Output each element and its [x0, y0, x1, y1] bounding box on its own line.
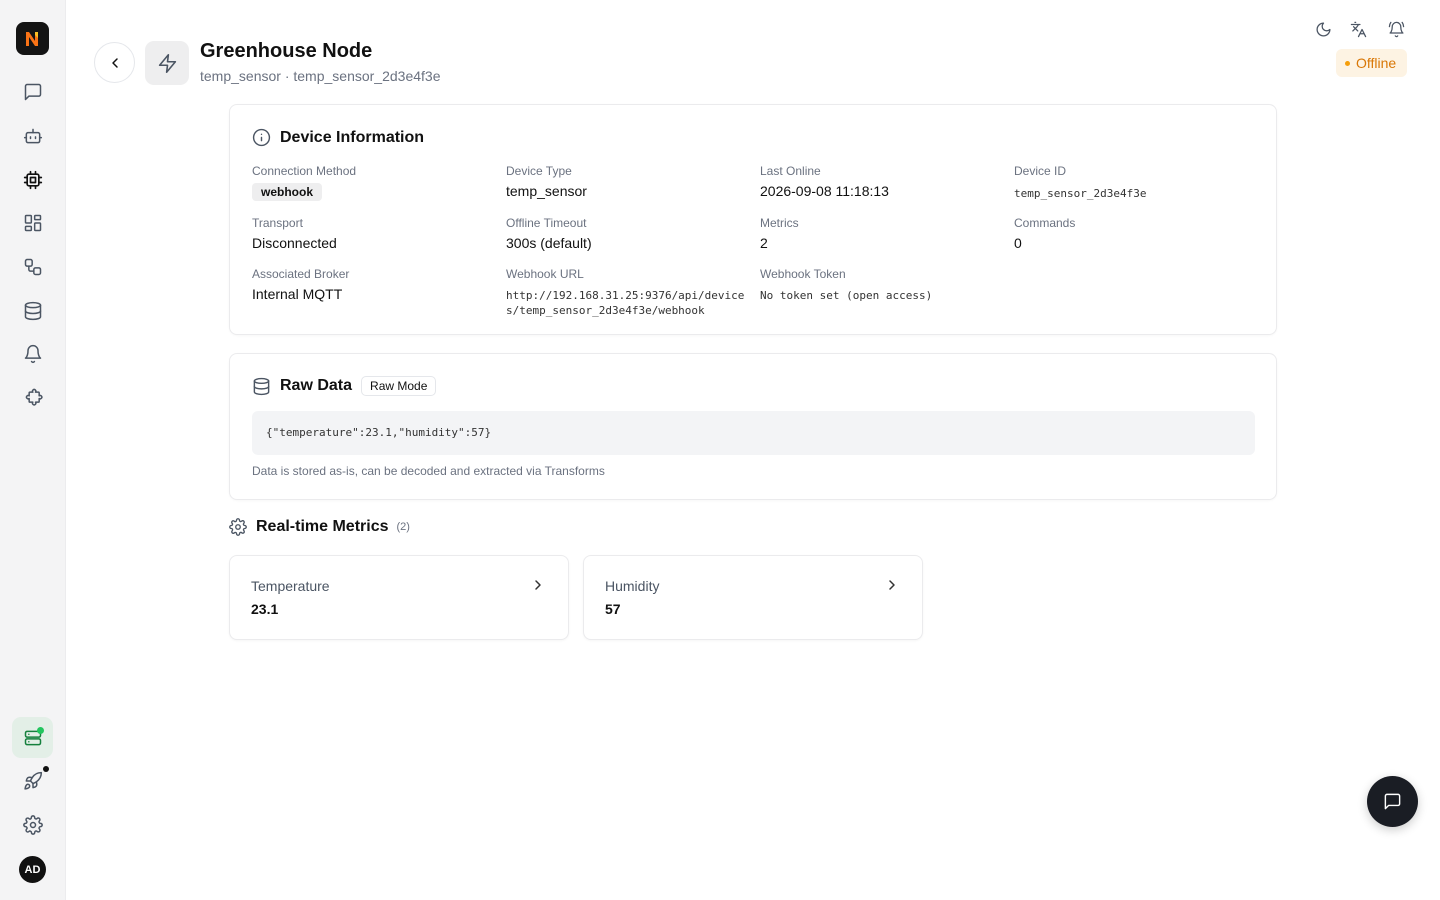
- gear-icon: [22, 814, 43, 835]
- status-dot: [37, 727, 44, 734]
- sidebar-item-system-status[interactable]: [12, 717, 53, 758]
- translate-icon: [1350, 21, 1366, 37]
- field-label: Webhook URL: [506, 267, 584, 281]
- field-value: No token set (open access): [760, 289, 933, 302]
- metric-label: Temperature: [251, 578, 330, 594]
- metric-value: 23.1: [251, 601, 279, 617]
- card-title-text: Device Information: [280, 128, 425, 146]
- card-title-text: Raw Data: [280, 377, 353, 394]
- sidebar-item-extensions[interactable]: [12, 377, 53, 418]
- workflow-icon: [24, 258, 41, 275]
- chevron-left-icon: [111, 57, 118, 68]
- raw-payload[interactable]: {"temperature":23.1,"humidity":57}: [252, 411, 1255, 455]
- language-button[interactable]: [1347, 18, 1369, 40]
- device-information-card: Device Information Connection Method web…: [229, 104, 1277, 335]
- moon-icon: [1315, 21, 1331, 37]
- device-type-badge: [145, 41, 189, 85]
- app-logo[interactable]: [16, 22, 49, 55]
- raw-data-note: Data is stored as-is, can be decoded and…: [252, 464, 605, 478]
- section-title-text: Real-time Metrics: [256, 518, 389, 535]
- webhook-url-line-1[interactable]: http://192.168.31.25:9376/api/device: [506, 288, 744, 303]
- field-device-type: Device Type temp_sensor: [506, 164, 587, 199]
- field-webhook-token: Webhook Token No token set (open access): [760, 267, 932, 303]
- field-webhook-url: Webhook URL http://192.168.31.25:9376/ap…: [506, 267, 744, 318]
- bell-ring-icon: [1388, 21, 1404, 37]
- card-title: Raw Data Raw Mode: [252, 376, 437, 396]
- database-icon: [24, 301, 41, 320]
- notifications-button[interactable]: [1385, 18, 1407, 40]
- field-label: Transport: [252, 216, 303, 230]
- metrics-count: (2): [396, 521, 410, 533]
- user-avatar[interactable]: AD: [19, 856, 46, 883]
- raw-mode-badge: Raw Mode: [361, 376, 437, 396]
- layout-grid-icon: [24, 214, 41, 231]
- rocket-icon: [23, 771, 42, 790]
- field-label: Connection Method: [252, 164, 357, 178]
- theme-toggle-button[interactable]: [1312, 18, 1334, 40]
- chat-fab-button[interactable]: [1367, 776, 1418, 827]
- connection-method-badge: webhook: [252, 183, 323, 201]
- raw-data-card: Raw Data Raw Mode {"temperature":23.1,"h…: [229, 353, 1277, 500]
- chevron-right-icon: [889, 580, 895, 590]
- logo-icon: [25, 31, 38, 46]
- page-subtitle: temp_sensor · temp_sensor_2d3e4f3e: [200, 68, 441, 84]
- bot-icon: [23, 128, 42, 143]
- field-value: 0: [1014, 235, 1022, 251]
- puzzle-icon: [25, 388, 43, 406]
- field-device-id: Device ID temp_sensor_2d3e4f3e: [1014, 164, 1146, 201]
- field-offline-timeout: Offline Timeout 300s (default): [506, 216, 592, 251]
- field-value: Disconnected: [252, 235, 337, 251]
- sidebar-item-automation[interactable]: [12, 246, 53, 287]
- sidebar-item-devices[interactable]: [12, 159, 53, 200]
- field-value: temp_sensor: [506, 183, 587, 199]
- sidebar-item-agents[interactable]: [12, 115, 53, 156]
- sidebar-item-getting-started[interactable]: [12, 760, 53, 801]
- message-square-icon: [24, 83, 41, 100]
- field-associated-broker: Associated Broker Internal MQTT: [252, 267, 349, 302]
- field-label: Device ID: [1014, 164, 1067, 178]
- sidebar-item-dashboards[interactable]: [12, 202, 53, 243]
- back-button[interactable]: [94, 42, 135, 83]
- field-label: Commands: [1014, 216, 1076, 230]
- metric-card-humidity[interactable]: Humidity 57: [583, 555, 923, 640]
- field-label: Device Type: [506, 164, 572, 178]
- field-label: Metrics: [760, 216, 799, 230]
- field-last-online: Last Online 2026-09-08 11:18:13: [760, 164, 889, 199]
- field-label: Associated Broker: [252, 267, 350, 281]
- field-value: temp_sensor_2d3e4f3e: [1014, 187, 1147, 200]
- metric-label: Humidity: [605, 578, 660, 594]
- metric-card-temperature[interactable]: Temperature 23.1: [229, 555, 569, 640]
- sidebar-item-settings[interactable]: [12, 804, 53, 845]
- bell-icon: [24, 344, 41, 363]
- notification-dot: [43, 766, 49, 772]
- webhook-url-line-2[interactable]: s/temp_sensor_2d3e4f3e/webhook: [506, 303, 744, 318]
- sidebar: AD: [0, 0, 66, 900]
- sidebar-item-chat[interactable]: [12, 71, 53, 112]
- field-transport: Transport Disconnected: [252, 216, 337, 251]
- sidebar-item-data[interactable]: [12, 290, 53, 331]
- field-value: 2: [760, 235, 768, 251]
- field-metrics: Metrics 2: [760, 216, 799, 251]
- field-value: 300s (default): [506, 235, 592, 251]
- cpu-icon: [23, 170, 42, 189]
- field-value: Internal MQTT: [252, 286, 343, 302]
- metric-value: 57: [605, 601, 621, 617]
- page-title: Greenhouse Node: [200, 40, 373, 62]
- info-icon: [252, 128, 271, 147]
- field-label: Offline Timeout: [506, 216, 587, 230]
- status-badge: Offline: [1336, 49, 1408, 77]
- database-icon: [253, 377, 270, 395]
- metrics-section-title: Real-time Metrics (2): [229, 518, 410, 536]
- card-title: Device Information: [252, 128, 424, 147]
- field-label: Last Online: [760, 164, 821, 178]
- field-label: Webhook Token: [760, 267, 846, 281]
- gear-icon: [229, 518, 247, 536]
- field-value: 2026-09-08 11:18:13: [760, 183, 889, 199]
- message-square-icon: [1384, 793, 1401, 810]
- chevron-right-icon: [535, 580, 541, 590]
- field-connection-method: Connection Method webhook: [252, 164, 356, 201]
- zap-icon: [158, 53, 176, 73]
- sidebar-item-alerts[interactable]: [12, 333, 53, 374]
- field-commands: Commands 0: [1014, 216, 1075, 251]
